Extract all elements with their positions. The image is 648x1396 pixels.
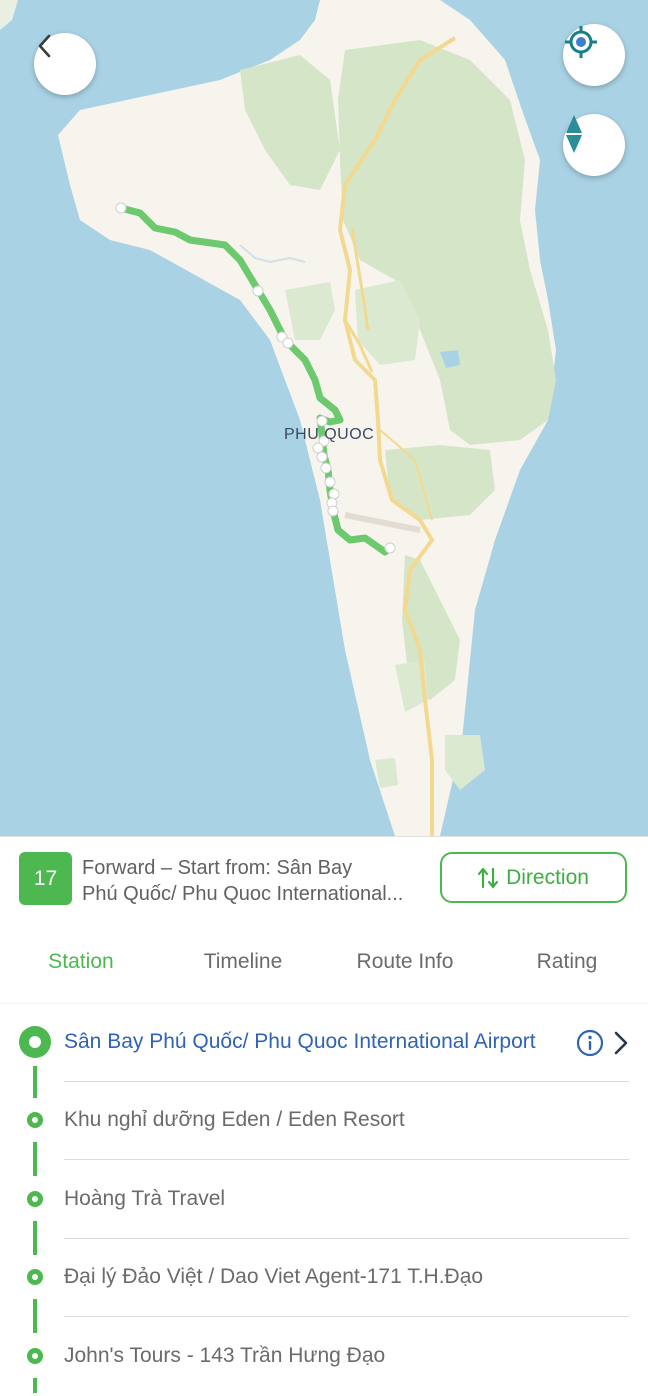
station-item[interactable]: Hoàng Trà Travel xyxy=(0,1161,648,1239)
tab-route-info[interactable]: Route Info xyxy=(324,921,486,1003)
station-marker-icon xyxy=(19,1026,51,1058)
station-list: Sân Bay Phú Quốc/ Phu Quoc International… xyxy=(0,1004,648,1393)
map-canvas xyxy=(0,0,556,836)
crosshair-icon xyxy=(565,26,597,58)
route-map[interactable]: PHU QUOC xyxy=(0,0,648,836)
divider xyxy=(64,1159,629,1160)
route-number-badge: 17 xyxy=(19,852,72,905)
info-icon[interactable] xyxy=(576,1029,604,1057)
station-item[interactable]: John's Tours - 143 Trần Hưng Đạo xyxy=(0,1318,648,1396)
station-item[interactable]: Đại lý Đảo Việt / Dao Viet Agent-171 T.H… xyxy=(0,1239,648,1317)
station-marker-icon xyxy=(27,1112,43,1128)
station-marker-icon xyxy=(27,1348,43,1364)
swap-vertical-icon xyxy=(478,867,499,888)
map-city-label: PHU QUOC xyxy=(284,426,375,443)
route-header: 17 Forward – Start from: Sân Bay Phú Quố… xyxy=(0,836,648,922)
station-item[interactable]: Khu nghỉ dưỡng Eden / Eden Resort xyxy=(0,1082,648,1160)
compass-button[interactable] xyxy=(563,114,625,176)
direction-button[interactable]: Direction xyxy=(440,852,627,903)
compass-icon xyxy=(566,115,582,153)
route-title-line-2: Phú Quốc/ Phu Quoc International... xyxy=(82,883,404,905)
station-name: Sân Bay Phú Quốc/ Phu Quoc International… xyxy=(64,1030,536,1053)
route-title: Forward – Start from: Sân Bay Phú Quốc/ … xyxy=(82,855,432,907)
my-location-button[interactable] xyxy=(563,24,625,86)
back-button[interactable] xyxy=(34,33,96,95)
station-marker-icon xyxy=(27,1191,43,1207)
station-name: Hoàng Trà Travel xyxy=(64,1187,226,1210)
chevron-left-icon xyxy=(38,34,51,58)
station-name: John's Tours - 143 Trần Hưng Đạo xyxy=(64,1344,386,1367)
tab-bar: Station Timeline Route Info Rating xyxy=(0,921,648,1003)
tab-rating[interactable]: Rating xyxy=(486,921,648,1003)
divider xyxy=(64,1316,629,1317)
station-name: Khu nghỉ dưỡng Eden / Eden Resort xyxy=(64,1108,405,1131)
station-item[interactable]: Sân Bay Phú Quốc/ Phu Quoc International… xyxy=(0,1004,648,1082)
route-title-line-1: Forward – Start from: Sân Bay xyxy=(82,857,353,879)
tab-station[interactable]: Station xyxy=(0,921,162,1003)
tab-timeline[interactable]: Timeline xyxy=(162,921,324,1003)
chevron-right-icon[interactable] xyxy=(612,1031,630,1055)
station-marker-icon xyxy=(27,1269,43,1285)
station-name: Đại lý Đảo Việt / Dao Viet Agent-171 T.H… xyxy=(64,1265,484,1288)
direction-button-label: Direction xyxy=(506,865,589,889)
